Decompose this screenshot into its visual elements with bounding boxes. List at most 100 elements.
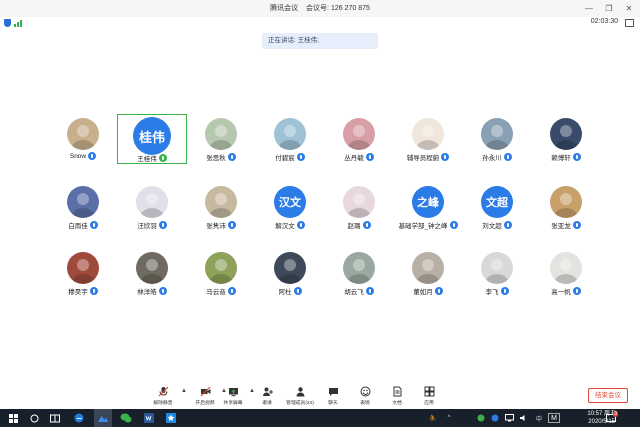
participant-name: 赵璐: [347, 223, 361, 230]
wechat-icon[interactable]: [118, 409, 134, 427]
avatar: [67, 252, 99, 284]
members-icon: [296, 387, 304, 397]
mic-icon: [572, 153, 581, 161]
mic-icon: [365, 153, 374, 161]
chat-icon: [328, 388, 338, 396]
video-off-icon: [200, 386, 210, 397]
participant-tile[interactable]: 付碧宸: [255, 116, 325, 164]
unmute-button[interactable]: 解除静音: [146, 386, 180, 406]
mic-icon: [503, 153, 512, 161]
participant-tile[interactable]: 桂伟 王桂伟: [117, 114, 187, 164]
participant-tile[interactable]: 之峰 基础学部_钟之峰: [393, 184, 463, 232]
participant-tile[interactable]: 丛丹毓: [324, 116, 394, 164]
manage-members-button[interactable]: 管理成员(24): [283, 386, 317, 406]
avatar: [136, 186, 168, 218]
participant-tile[interactable]: 赖博轩: [531, 116, 601, 164]
avatar: [67, 118, 99, 150]
participant-tile[interactable]: Snow: [48, 116, 118, 164]
participant-tile[interactable]: 阿杜: [255, 250, 325, 298]
apps-label: 应用: [424, 401, 434, 406]
info-bar: 02:03:30: [0, 17, 640, 30]
mic-icon: [449, 221, 458, 229]
close-button[interactable]: ✕: [622, 0, 636, 17]
chat-label: 聊天: [328, 401, 338, 406]
app-star-icon[interactable]: [164, 409, 178, 427]
mic-muted-icon: [158, 386, 168, 397]
mic-icon: [158, 287, 167, 295]
participant-tile[interactable]: 李飞: [462, 250, 532, 298]
avatar: 汉文: [274, 186, 306, 218]
participant-tile[interactable]: 孙永川: [462, 116, 532, 164]
participant-tile[interactable]: 汉文 解汉文: [255, 184, 325, 232]
mic-icon: [362, 221, 371, 229]
participant-tile[interactable]: 张隽沛: [186, 184, 256, 232]
avatar: [550, 252, 582, 284]
network-icon[interactable]: [504, 409, 514, 427]
meeting-timer: 02:03:30: [590, 18, 618, 25]
volume-icon[interactable]: [518, 409, 528, 427]
shield-icon[interactable]: [4, 19, 11, 27]
avatar: [136, 252, 168, 284]
mic-icon: [88, 152, 97, 160]
invite-button[interactable]: 邀请: [250, 386, 284, 406]
document-icon: [393, 386, 401, 397]
title-bar: 腾讯会议 会议号: 126 270 875 — ❐ ✕: [0, 0, 640, 17]
participant-name: 赖博轩: [551, 155, 571, 162]
mic-icon: [227, 221, 236, 229]
participant-name-row: 赵璐: [324, 220, 394, 230]
participant-tile[interactable]: 赵璐: [324, 184, 394, 232]
mic-icon: [158, 221, 167, 229]
participant-tile[interactable]: 董如月: [393, 250, 463, 298]
participant-tile[interactable]: 张亚龙: [531, 184, 601, 232]
tray-expand-icon[interactable]: ^: [444, 409, 454, 427]
avatar: [205, 118, 237, 150]
participant-tile[interactable]: 高一帆: [531, 250, 601, 298]
grid-view-icon[interactable]: [625, 19, 634, 27]
tencent-meeting-taskbar-icon[interactable]: [94, 409, 112, 427]
participant-tile[interactable]: 林洋皓: [117, 250, 187, 298]
participant-tile[interactable]: 文超 刘文超: [462, 184, 532, 232]
participant-name-row: 付碧宸: [255, 152, 325, 162]
search-icon[interactable]: [28, 409, 40, 427]
participant-tile[interactable]: 穆昊宇: [48, 250, 118, 298]
emoji-button[interactable]: 表情: [348, 386, 382, 406]
speaking-indicator: 正在讲话: 王桂伟;: [262, 33, 378, 49]
people-icon[interactable]: ⛹: [428, 409, 438, 427]
avatar: [343, 252, 375, 284]
unmute-options-caret[interactable]: ▲: [181, 388, 187, 394]
mic-icon: [500, 287, 509, 295]
end-meeting-button[interactable]: 结束会议: [588, 388, 628, 403]
apps-button[interactable]: 应用: [412, 386, 446, 406]
participant-tile[interactable]: 马云音: [186, 250, 256, 298]
tray-app-2-icon[interactable]: [490, 409, 500, 427]
minimize-button[interactable]: —: [582, 0, 596, 17]
edge-browser-icon[interactable]: [72, 409, 86, 427]
participant-name-row: 穆昊宇: [48, 286, 118, 296]
mic-icon: [441, 153, 450, 161]
word-icon[interactable]: [142, 409, 156, 427]
chat-button[interactable]: 聊天: [316, 386, 350, 406]
participant-tile[interactable]: 汪欣羽: [117, 184, 187, 232]
document-button[interactable]: 文档: [380, 386, 414, 406]
avatar: [274, 252, 306, 284]
mic-icon: [158, 154, 167, 162]
task-view-icon[interactable]: [48, 409, 62, 427]
participant-tile[interactable]: 辅导员程蔚: [393, 116, 463, 164]
participant-name-row: 孙永川: [462, 152, 532, 162]
participant-name-row: 张亚龙: [531, 220, 601, 230]
share-screen-button[interactable]: 共享屏幕: [216, 386, 250, 406]
participant-tile[interactable]: 胡云飞: [324, 250, 394, 298]
input-method-indicator[interactable]: M: [548, 413, 560, 423]
notification-icon[interactable]: 3: [604, 409, 618, 427]
participant-name-row: 王桂伟: [118, 153, 186, 163]
participant-tile[interactable]: 白雨佳: [48, 184, 118, 232]
participant-name: 基础学部_钟之峰: [398, 223, 448, 230]
signal-icon[interactable]: [14, 19, 22, 27]
language-indicator[interactable]: 中: [534, 409, 544, 427]
participant-name: 董如月: [413, 289, 433, 296]
participant-tile[interactable]: 张思秋: [186, 116, 256, 164]
participant-name: 付碧宸: [275, 155, 295, 162]
tray-app-icon[interactable]: [476, 409, 486, 427]
maximize-button[interactable]: ❐: [602, 0, 616, 17]
windows-start-icon[interactable]: [6, 409, 20, 427]
